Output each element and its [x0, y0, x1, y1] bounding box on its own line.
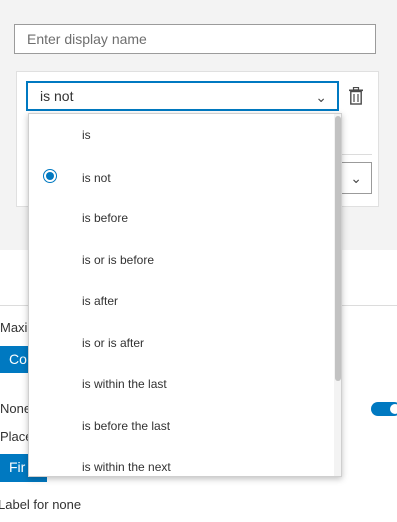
- display-name-input[interactable]: [14, 24, 376, 54]
- chevron-down-icon: ⌄: [350, 170, 362, 186]
- option-is-or-is-after[interactable]: is or is after: [29, 322, 333, 363]
- option-is-within-the-last[interactable]: is within the last: [29, 363, 333, 404]
- option-label: is after: [82, 294, 119, 308]
- toggle-knob: [390, 404, 397, 414]
- option-is-before[interactable]: is before: [29, 197, 333, 238]
- delete-condition-button[interactable]: [342, 82, 370, 110]
- option-label: is or is before: [82, 253, 155, 267]
- chevron-down-icon: ⌄: [315, 89, 327, 105]
- label-for-none: Label for none: [0, 497, 82, 512]
- option-label: is or is after: [82, 336, 145, 350]
- option-label: is before: [82, 211, 129, 225]
- option-label: is within the next: [82, 460, 171, 474]
- dropdown-scrollbar-thumb[interactable]: [335, 116, 341, 381]
- none-toggle[interactable]: [371, 402, 397, 416]
- operator-select-value: is not: [40, 88, 74, 104]
- maximum-label: Maxi: [0, 320, 28, 335]
- option-label: is not: [82, 171, 111, 185]
- operator-dropdown: is is not is before is or is before is a…: [28, 113, 342, 477]
- option-is-within-the-next[interactable]: is within the next: [29, 446, 333, 476]
- option-label: is: [82, 128, 91, 142]
- option-is-after[interactable]: is after: [29, 280, 333, 321]
- placement-button-label: Fir: [9, 459, 26, 475]
- option-label: is before the last: [82, 419, 171, 433]
- option-is-or-is-before[interactable]: is or is before: [29, 239, 333, 280]
- option-label: is within the last: [82, 377, 167, 391]
- operator-select[interactable]: is not ⌄: [26, 81, 339, 111]
- none-label: None: [0, 401, 32, 416]
- radio-selected-icon: [43, 169, 57, 183]
- trash-icon: [349, 87, 363, 105]
- maximum-button-label: Co: [9, 351, 27, 367]
- option-is-not[interactable]: is not: [29, 157, 333, 198]
- option-is-before-the-last[interactable]: is before the last: [29, 405, 333, 446]
- option-is[interactable]: is: [29, 114, 333, 155]
